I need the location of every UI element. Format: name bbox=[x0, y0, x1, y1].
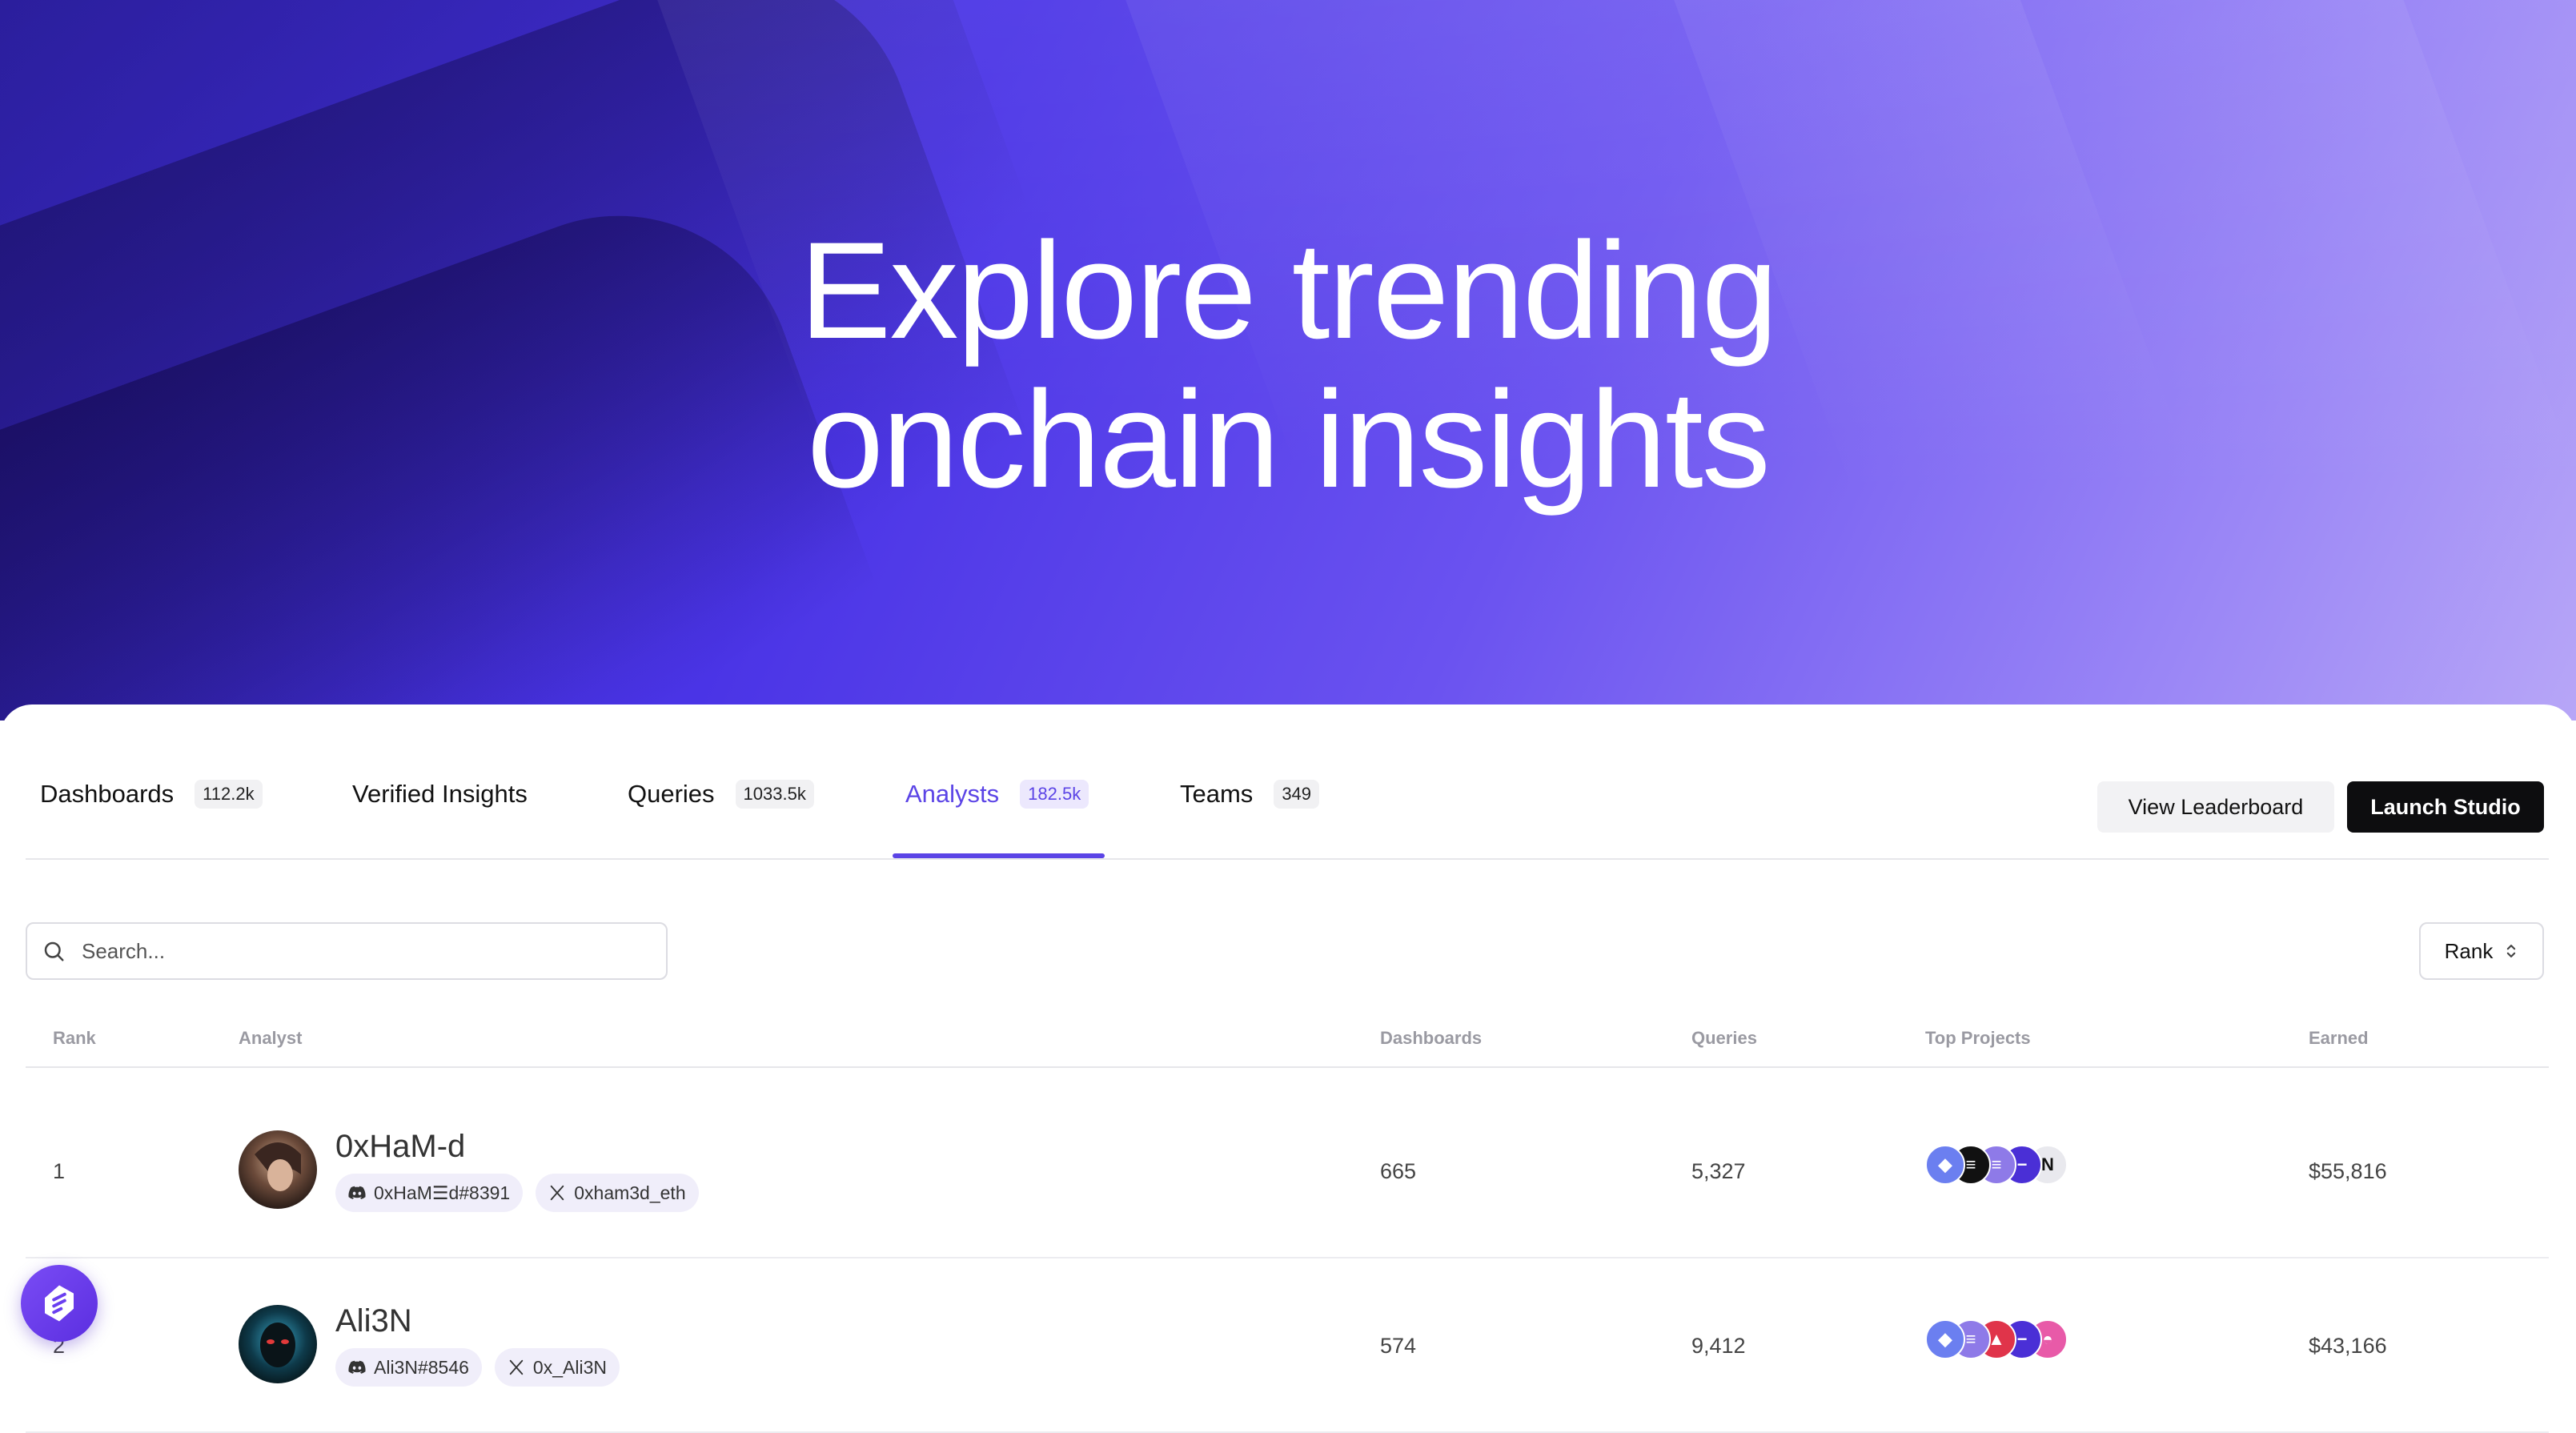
tab-analysts[interactable]: Analysts 182.5k bbox=[905, 770, 1089, 818]
earned-value: $43,166 bbox=[2309, 1334, 2387, 1358]
discord-handle[interactable]: Ali3N#8546 bbox=[335, 1348, 482, 1387]
help-widget-button[interactable] bbox=[21, 1265, 98, 1342]
dashboards-value: 665 bbox=[1380, 1159, 1417, 1183]
search-icon bbox=[44, 941, 64, 961]
discord-icon bbox=[348, 1360, 366, 1374]
queries-value: 5,327 bbox=[1691, 1159, 1746, 1183]
avatar bbox=[239, 1305, 317, 1383]
sort-label: Rank bbox=[2444, 938, 2494, 963]
tab-count: 1033.5k bbox=[735, 780, 814, 809]
earned-value: $55,816 bbox=[2309, 1159, 2387, 1183]
x-handle[interactable]: 0xham3d_eth bbox=[536, 1174, 699, 1212]
avatar bbox=[239, 1130, 317, 1209]
tab-queries[interactable]: Queries 1033.5k bbox=[628, 770, 814, 818]
ethereum-icon[interactable]: ◆ bbox=[1925, 1145, 1965, 1185]
view-leaderboard-button[interactable]: View Leaderboard bbox=[2097, 781, 2334, 833]
discord-handle[interactable]: 0xHaM☰d#8391 bbox=[335, 1174, 524, 1212]
hero-title: Explore trending onchain insights bbox=[0, 216, 2576, 514]
x-logo-icon bbox=[550, 1185, 564, 1201]
top-projects: ◆ ≡ ▲ − ◓ bbox=[1925, 1319, 2085, 1363]
discord-handle-text: Ali3N#8546 bbox=[374, 1356, 469, 1378]
col-earned: Earned bbox=[2309, 1028, 2369, 1048]
rank-value: 1 bbox=[53, 1159, 66, 1183]
tab-label: Verified Insights bbox=[352, 780, 528, 808]
app-logo-icon bbox=[45, 1285, 74, 1322]
x-handle-text: 0x_Ali3N bbox=[532, 1356, 607, 1378]
tab-label: Queries bbox=[628, 780, 715, 808]
table-header: Rank Analyst Dashboards Queries Top Proj… bbox=[26, 1018, 2549, 1068]
hero-title-line1: Explore trending bbox=[799, 214, 1779, 367]
launch-studio-button[interactable]: Launch Studio bbox=[2347, 781, 2544, 833]
x-logo-icon bbox=[509, 1359, 524, 1375]
hero-title-line2: onchain insights bbox=[807, 363, 1770, 516]
table-row[interactable]: 2 Ali3N Ali3N#8546 0x_Ali3N 574 9,412 ◆ … bbox=[26, 1258, 2549, 1433]
tab-count: 182.5k bbox=[1020, 780, 1089, 809]
top-projects: ◆ ≡ ≡ − N bbox=[1925, 1145, 2085, 1188]
tab-count: 112.2k bbox=[195, 780, 263, 809]
col-queries: Queries bbox=[1691, 1028, 1757, 1048]
analyst-name[interactable]: 0xHaM-d bbox=[335, 1129, 465, 1165]
sort-select[interactable]: Rank bbox=[2419, 922, 2544, 980]
tab-label: Teams bbox=[1180, 780, 1254, 808]
discord-handle-text: 0xHaM☰d#8391 bbox=[374, 1182, 511, 1203]
analyst-name[interactable]: Ali3N bbox=[335, 1303, 412, 1339]
search-input[interactable] bbox=[80, 937, 628, 965]
active-tab-indicator bbox=[893, 853, 1105, 858]
x-handle-text: 0xham3d_eth bbox=[574, 1182, 686, 1203]
chevron-up-down-icon bbox=[2507, 945, 2516, 957]
tab-dashboards[interactable]: Dashboards 112.2k bbox=[40, 770, 263, 818]
discord-icon bbox=[348, 1186, 366, 1199]
hero-banner: Explore trending onchain insights bbox=[0, 0, 2576, 721]
tab-label: Dashboards bbox=[40, 780, 175, 808]
tab-verified-insights[interactable]: Verified Insights bbox=[352, 770, 528, 818]
analyst-handles: Ali3N#8546 0x_Ali3N bbox=[335, 1348, 620, 1387]
col-dashboards: Dashboards bbox=[1380, 1028, 1483, 1048]
ethereum-icon[interactable]: ◆ bbox=[1925, 1319, 1965, 1359]
x-handle[interactable]: 0x_Ali3N bbox=[494, 1348, 620, 1387]
content-panel: Dashboards 112.2k Verified Insights Quer… bbox=[0, 704, 2576, 1433]
dashboards-value: 574 bbox=[1380, 1334, 1417, 1358]
queries-value: 9,412 bbox=[1691, 1334, 1746, 1358]
col-rank: Rank bbox=[53, 1028, 96, 1048]
tab-label: Analysts bbox=[905, 780, 1000, 808]
tab-count: 349 bbox=[1274, 780, 1320, 809]
table-row[interactable]: 1 0xHaM-d 0xHaM☰d#8391 0xham3d_eth 665 5… bbox=[26, 1084, 2549, 1258]
analyst-handles: 0xHaM☰d#8391 0xham3d_eth bbox=[335, 1174, 699, 1212]
col-top-projects: Top Projects bbox=[1925, 1028, 2031, 1048]
search-box[interactable] bbox=[26, 922, 668, 980]
tab-teams[interactable]: Teams 349 bbox=[1180, 770, 1320, 818]
col-analyst: Analyst bbox=[239, 1028, 303, 1048]
